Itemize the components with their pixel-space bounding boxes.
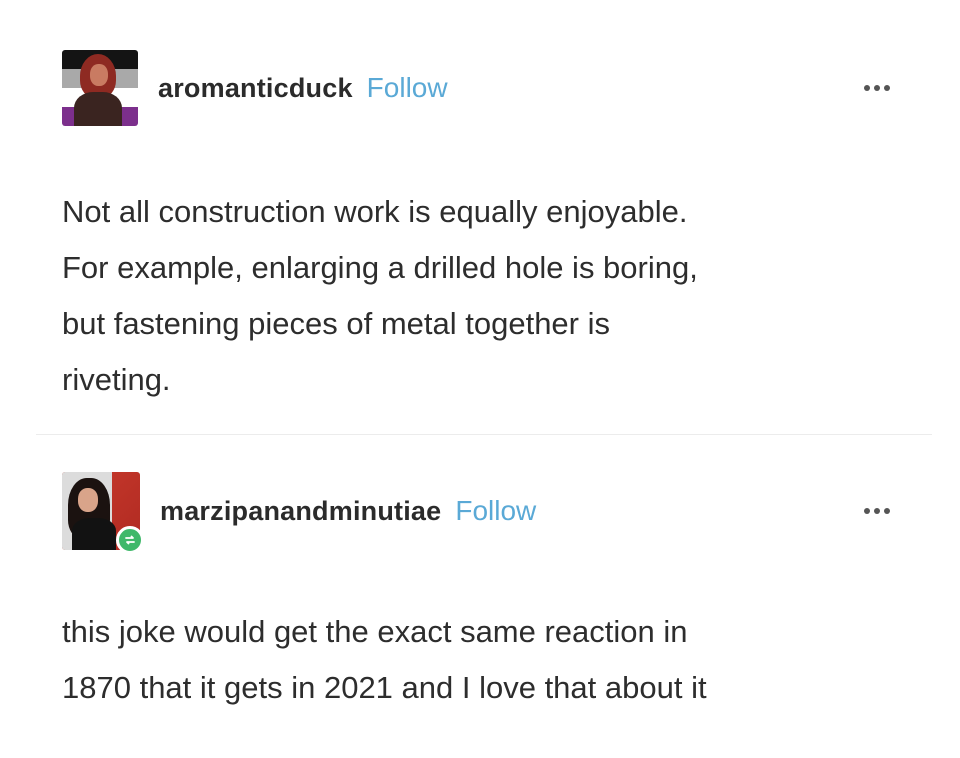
follow-button[interactable]: Follow — [367, 72, 448, 104]
post-text-line: but fastening pieces of metal together i… — [62, 306, 610, 341]
post-text-line: Not all construction work is equally enj… — [62, 194, 688, 229]
avatar[interactable] — [62, 50, 138, 126]
reblog-icon — [116, 526, 144, 554]
post-text-line: For example, enlarging a drilled hole is… — [62, 250, 698, 285]
avatar-figure-body — [72, 518, 116, 550]
username[interactable]: marzipanandminutiae — [160, 496, 441, 527]
post-text: Not all construction work is equally enj… — [62, 184, 882, 408]
post-text: this joke would get the exact same react… — [62, 604, 882, 716]
avatar-figure-face — [90, 64, 108, 86]
post-thread: aromanticduck Follow Not all constructio… — [0, 0, 960, 758]
more-horizontal-icon[interactable] — [864, 508, 890, 514]
follow-button[interactable]: Follow — [455, 495, 536, 527]
post-text-line: riveting. — [62, 362, 171, 397]
post-header: marzipanandminutiae Follow — [62, 471, 902, 554]
post-text-line: 1870 that it gets in 2021 and I love tha… — [62, 670, 707, 705]
avatar[interactable] — [62, 472, 144, 554]
divider — [36, 434, 932, 435]
avatar-figure-face — [78, 488, 98, 512]
username[interactable]: aromanticduck — [158, 73, 353, 104]
post-header: aromanticduck Follow — [62, 50, 902, 126]
more-horizontal-icon[interactable] — [864, 85, 890, 91]
post-text-line: this joke would get the exact same react… — [62, 614, 688, 649]
avatar-figure-body — [74, 92, 122, 126]
